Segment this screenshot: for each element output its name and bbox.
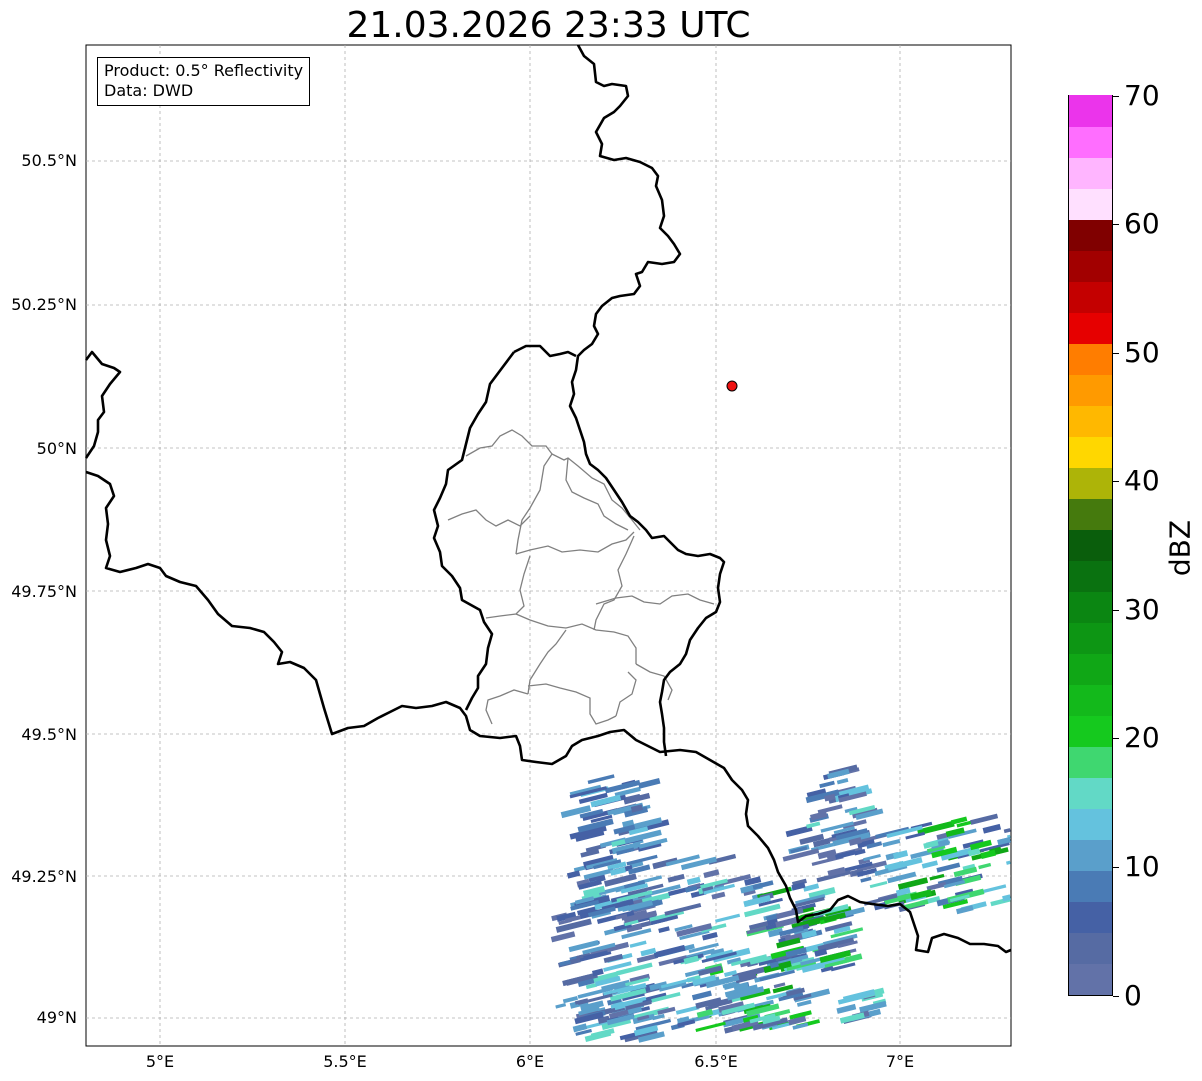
colorbar-segment [1069, 374, 1112, 406]
colorbar-tick-label: 50 [1124, 336, 1160, 369]
colorbar-tick-label: 60 [1124, 207, 1160, 240]
colorbar-segment [1069, 343, 1112, 375]
lat-tick-label: 49.75°N [11, 582, 77, 601]
product-label: Product: 0.5° Reflectivity [104, 61, 304, 80]
lat-tick-label: 50°N [36, 439, 77, 458]
map-frame [85, 44, 1012, 1047]
colorbar-segment [1069, 932, 1112, 964]
map-title: 21.03.2026 23:33 UTC [346, 5, 751, 46]
colorbar-segment [1069, 188, 1112, 220]
lat-tick-label: 49°N [36, 1008, 77, 1027]
radar-station-marker [726, 380, 738, 392]
colorbar-segment [1069, 560, 1112, 592]
colorbar-segment [1069, 157, 1112, 189]
colorbar-tick-label: 70 [1124, 79, 1160, 112]
lon-tick-label: 6.5°E [694, 1052, 738, 1071]
radar-map [84, 44, 1012, 1047]
lon-tick-label: 5.5°E [323, 1052, 367, 1071]
colorbar-segment [1069, 715, 1112, 747]
lat-tick-label: 49.5°N [21, 725, 77, 744]
colorbar-segment [1069, 467, 1112, 499]
colorbar-segment [1069, 405, 1112, 437]
colorbar-tick-label: 30 [1124, 593, 1160, 626]
colorbar-segment [1069, 808, 1112, 840]
colorbar-segment [1069, 529, 1112, 561]
lon-tick-label: 5°E [145, 1052, 175, 1071]
colorbar-segment [1069, 312, 1112, 344]
info-box: Product: 0.5° Reflectivity Data: DWD [97, 57, 311, 106]
lat-tick-label: 49.25°N [11, 867, 77, 886]
colorbar-segment [1069, 250, 1112, 282]
data-source-label: Data: DWD [104, 81, 194, 100]
lat-tick-label: 50.5°N [21, 151, 77, 170]
colorbar-label: dBZ [1163, 519, 1197, 577]
colorbar-segment [1069, 591, 1112, 623]
colorbar-segment [1069, 622, 1112, 654]
lon-tick-label: 6°E [515, 1052, 545, 1071]
colorbar-tick-label: 20 [1124, 721, 1160, 754]
colorbar-tick-label: 10 [1124, 850, 1160, 883]
colorbar-segment [1069, 436, 1112, 468]
colorbar-segment [1069, 777, 1112, 809]
colorbar-tick-label: 40 [1124, 464, 1160, 497]
lon-tick-label: 7°E [885, 1052, 915, 1071]
colorbar-segment [1069, 498, 1112, 530]
colorbar-segment [1069, 219, 1112, 251]
colorbar-segment [1069, 870, 1112, 902]
colorbar-segment [1069, 901, 1112, 933]
colorbar-segment [1069, 746, 1112, 778]
colorbar-segment [1069, 839, 1112, 871]
lat-tick-label: 50.25°N [11, 295, 77, 314]
colorbar-segment [1069, 126, 1112, 158]
colorbar [1068, 95, 1113, 996]
colorbar-segment [1069, 95, 1112, 127]
colorbar-segment [1069, 684, 1112, 716]
colorbar-segment [1069, 653, 1112, 685]
colorbar-segment [1069, 281, 1112, 313]
colorbar-tick-label: 0 [1124, 979, 1142, 1012]
colorbar-segment [1069, 963, 1112, 995]
